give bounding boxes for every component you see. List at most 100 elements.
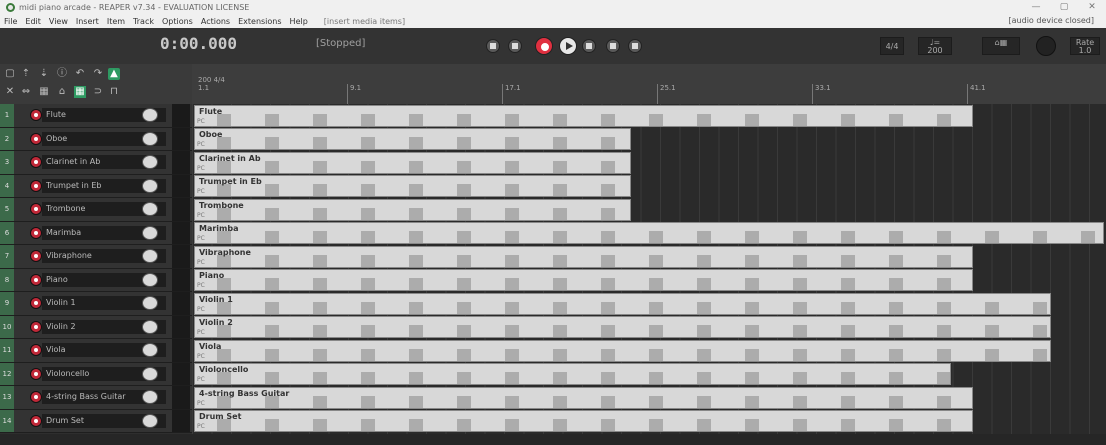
track-number[interactable]: 9 bbox=[0, 292, 14, 315]
master-knob[interactable] bbox=[1036, 36, 1056, 56]
record-arm-button[interactable] bbox=[30, 179, 42, 192]
maximize-button[interactable]: ▢ bbox=[1050, 0, 1078, 14]
midi-item[interactable]: 4-string Bass Guitar PC bbox=[194, 386, 973, 409]
volume-knob[interactable] bbox=[142, 343, 158, 357]
menu-help[interactable]: Help bbox=[290, 17, 308, 26]
track-row[interactable]: 14 Drum Set bbox=[0, 409, 192, 433]
track-row[interactable]: 5 Trombone bbox=[0, 198, 192, 222]
arrange-view[interactable]: Flute PC Oboe PC Clarinet in Ab PC Trumpet in … bbox=[192, 104, 1106, 434]
undo-icon[interactable]: ↶ bbox=[74, 68, 86, 80]
menu-item[interactable]: Item bbox=[107, 17, 125, 26]
midi-item[interactable]: Trumpet in Eb PC bbox=[194, 175, 631, 197]
repeat-button[interactable] bbox=[582, 39, 596, 53]
menu-edit[interactable]: Edit bbox=[25, 17, 41, 26]
record-arm-button[interactable] bbox=[30, 250, 42, 262]
track-number[interactable]: 13 bbox=[0, 386, 14, 409]
volume-knob[interactable] bbox=[142, 202, 158, 216]
grid-toggle-icon[interactable]: ▦ bbox=[74, 86, 86, 98]
record-arm-button[interactable] bbox=[30, 391, 42, 403]
midi-item[interactable]: Drum Set PC bbox=[194, 410, 973, 432]
record-arm-button[interactable] bbox=[30, 109, 42, 121]
volume-knob[interactable] bbox=[142, 225, 158, 240]
minimize-button[interactable]: — bbox=[1022, 0, 1050, 14]
track-number[interactable]: 8 bbox=[0, 268, 14, 291]
record-arm-button[interactable] bbox=[30, 132, 42, 145]
track-number[interactable]: 3 bbox=[0, 151, 14, 174]
menu-track[interactable]: Track bbox=[133, 17, 154, 26]
volume-knob[interactable] bbox=[142, 366, 158, 381]
metronome-icon[interactable]: ▲ bbox=[108, 68, 120, 80]
volume-knob[interactable] bbox=[142, 319, 158, 334]
open-project-icon[interactable]: ⇡ bbox=[20, 68, 32, 80]
grid-settings[interactable]: ⌂▦ bbox=[982, 37, 1020, 55]
track-number[interactable]: 12 bbox=[0, 362, 14, 385]
project-settings-icon[interactable]: ⓘ bbox=[56, 68, 68, 80]
new-project-icon[interactable]: ▢ bbox=[4, 68, 16, 80]
ripple-edit-icon[interactable]: ⇔ bbox=[20, 86, 32, 98]
record-arm-button[interactable] bbox=[30, 320, 42, 333]
track-row[interactable]: 11 Viola bbox=[0, 339, 192, 363]
menu-file[interactable]: File bbox=[4, 17, 17, 26]
track-row[interactable]: 7 Vibraphone bbox=[0, 245, 192, 269]
midi-item[interactable]: Violin 2 PC bbox=[194, 316, 1052, 338]
record-arm-button[interactable] bbox=[30, 226, 42, 239]
go-to-start-button[interactable] bbox=[486, 39, 500, 53]
menu-extensions[interactable]: Extensions bbox=[238, 17, 281, 26]
track-number[interactable]: 5 bbox=[0, 198, 14, 221]
midi-item[interactable]: Clarinet in Ab PC bbox=[194, 151, 631, 174]
midi-item[interactable]: Trombone PC bbox=[194, 198, 631, 221]
volume-knob[interactable] bbox=[142, 108, 158, 122]
close-button[interactable]: ✕ bbox=[1078, 0, 1106, 14]
record-arm-button[interactable] bbox=[30, 344, 42, 356]
stop-button[interactable] bbox=[606, 39, 620, 53]
loop-icon[interactable]: ⊃ bbox=[92, 86, 104, 98]
track-number[interactable]: 7 bbox=[0, 245, 14, 268]
track-number[interactable]: 4 bbox=[0, 174, 14, 197]
trim-icon[interactable]: ✕ bbox=[4, 86, 16, 98]
track-row[interactable]: 10 Violin 2 bbox=[0, 315, 192, 339]
midi-item[interactable]: Marimba PC bbox=[194, 222, 1104, 244]
menu-actions[interactable]: Actions bbox=[201, 17, 230, 26]
track-row[interactable]: 4 Trumpet in Eb bbox=[0, 174, 192, 198]
audio-device-status[interactable]: [audio device closed] bbox=[1009, 16, 1094, 25]
track-number[interactable]: 11 bbox=[0, 339, 14, 362]
save-project-icon[interactable]: ⇣ bbox=[38, 68, 50, 80]
volume-knob[interactable] bbox=[142, 296, 158, 310]
track-row[interactable]: 6 Marimba bbox=[0, 221, 192, 245]
go-to-end-button[interactable] bbox=[508, 39, 522, 53]
redo-icon[interactable]: ↷ bbox=[92, 68, 104, 80]
group-icon[interactable]: ▦ bbox=[38, 86, 50, 98]
track-row[interactable]: 3 Clarinet in Ab bbox=[0, 151, 192, 175]
midi-item[interactable]: Piano PC bbox=[194, 269, 973, 291]
volume-knob[interactable] bbox=[142, 131, 158, 146]
volume-knob[interactable] bbox=[142, 155, 158, 169]
menu-view[interactable]: View bbox=[49, 17, 68, 26]
playrate-display[interactable]: Rate 1.0 bbox=[1070, 37, 1100, 55]
volume-knob[interactable] bbox=[142, 178, 158, 193]
volume-knob[interactable] bbox=[142, 413, 158, 428]
track-row[interactable]: 12 Violoncello bbox=[0, 362, 192, 386]
midi-item[interactable]: Violin 1 PC bbox=[194, 292, 1052, 315]
midi-item[interactable]: Viola PC bbox=[194, 339, 1052, 362]
track-row[interactable]: 8 Piano bbox=[0, 268, 192, 292]
volume-knob[interactable] bbox=[142, 272, 158, 287]
menu-insert[interactable]: Insert bbox=[76, 17, 99, 26]
record-arm-button[interactable] bbox=[30, 297, 42, 309]
pause-button[interactable] bbox=[628, 39, 642, 53]
volume-knob[interactable] bbox=[142, 249, 158, 263]
track-number[interactable]: 2 bbox=[0, 127, 14, 150]
menu-options[interactable]: Options bbox=[162, 17, 193, 26]
track-row[interactable]: 2 Oboe bbox=[0, 127, 192, 151]
volume-knob[interactable] bbox=[142, 390, 158, 404]
track-number[interactable]: 14 bbox=[0, 409, 14, 432]
tempo-display[interactable]: ♩= 200 bbox=[918, 37, 952, 55]
play-button[interactable] bbox=[559, 37, 577, 55]
track-row[interactable]: 1 Flute bbox=[0, 104, 192, 128]
midi-item[interactable]: Oboe PC bbox=[194, 128, 631, 150]
record-arm-button[interactable] bbox=[30, 156, 42, 168]
record-arm-button[interactable] bbox=[30, 414, 42, 427]
midi-item[interactable]: Flute PC bbox=[194, 104, 973, 127]
record-arm-button[interactable] bbox=[30, 367, 42, 380]
track-row[interactable]: 9 Violin 1 bbox=[0, 292, 192, 316]
snap-icon[interactable]: ⌂ bbox=[56, 86, 68, 98]
